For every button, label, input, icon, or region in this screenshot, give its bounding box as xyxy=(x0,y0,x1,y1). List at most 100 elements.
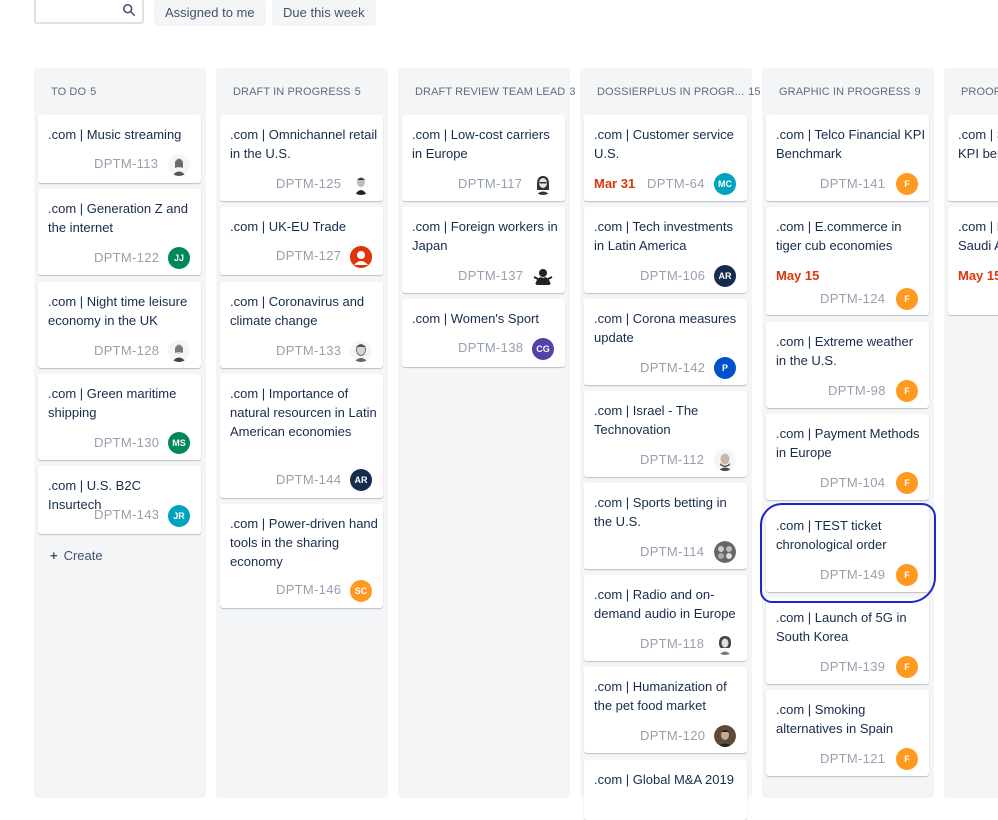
issue-key[interactable]: DPTM-149 xyxy=(820,567,885,582)
column-count: 5 xyxy=(354,86,361,98)
avatar[interactable] xyxy=(168,154,190,176)
avatar[interactable]: MS xyxy=(168,432,190,454)
issue-key[interactable]: DPTM-122 xyxy=(94,250,159,265)
issue-key[interactable]: DPTM-141 xyxy=(820,176,885,191)
issue-key[interactable]: DPTM-133 xyxy=(276,343,341,358)
issue-key[interactable]: DPTM-125 xyxy=(276,176,341,191)
issue-card[interactable]: .com | Radio and on-demand audio in Euro… xyxy=(584,575,747,661)
avatar[interactable] xyxy=(714,541,736,563)
card-title: .com | Humanization of the pet food mark… xyxy=(594,679,727,713)
avatar[interactable] xyxy=(714,725,736,747)
due-date: May 15 xyxy=(776,268,820,283)
avatar[interactable]: SC xyxy=(350,580,372,602)
avatar[interactable] xyxy=(350,340,372,362)
issue-key[interactable]: DPTM-138 xyxy=(458,340,523,355)
plus-icon: + xyxy=(50,548,58,563)
issue-key[interactable]: DPTM-112 xyxy=(640,452,704,467)
issue-card[interactable]: .com | Power-driven hand tools in the sh… xyxy=(220,504,383,608)
avatar[interactable] xyxy=(532,265,554,287)
avatar[interactable]: MC xyxy=(714,173,736,195)
issue-key[interactable]: DPTM-104 xyxy=(820,475,885,490)
issue-card[interactable]: .com | Smoking alternatives in Spain DPT… xyxy=(766,690,929,776)
issue-key[interactable]: DPTM-143 xyxy=(94,507,159,522)
issue-card[interactable]: .com | Payment Methods in Europe DPTM-10… xyxy=(766,414,929,500)
issue-card[interactable]: .com | Tech investments in Latin America… xyxy=(584,207,747,293)
avatar[interactable] xyxy=(714,633,736,655)
issue-key[interactable]: DPTM-139 xyxy=(820,659,885,674)
issue-key[interactable]: DPTM-98 xyxy=(828,383,886,398)
avatar[interactable]: JR xyxy=(168,505,190,527)
issue-card[interactable]: .com | Corona measures update DPTM-142 P xyxy=(584,299,747,385)
issue-key[interactable]: DPTM-120 xyxy=(640,728,705,743)
issue-card[interactable]: .com | UK-EU Trade DPTM-127 xyxy=(220,207,383,275)
issue-card[interactable]: .com | Global M&A 2019 xyxy=(584,760,747,820)
issue-card[interactable]: .com | Music streaming DPTM-113 xyxy=(38,115,201,183)
column-to-do: TO DO 5 .com | Music streaming DPTM-113 .… xyxy=(34,68,206,798)
issue-card[interactable]: .com | TEST ticket chronological order D… xyxy=(766,506,929,592)
column-title: DRAFT REVIEW TEAM LEAD xyxy=(415,86,566,98)
issue-card[interactable]: .com | U.S. B2C Insurtech DPTM-143 JR xyxy=(38,466,201,534)
issue-card[interactable]: .com | S KPI ben xyxy=(948,115,998,201)
create-issue-button[interactable]: + Create xyxy=(50,548,103,563)
issue-card[interactable]: .com | H Saudi A May 15 xyxy=(948,207,998,315)
issue-card[interactable]: .com | Humanization of the pet food mark… xyxy=(584,667,747,753)
column-count: 3 xyxy=(569,86,576,98)
avatar[interactable]: AR xyxy=(714,265,736,287)
issue-key[interactable]: DPTM-127 xyxy=(276,248,341,263)
issue-card[interactable]: .com | Night time leisure economy in the… xyxy=(38,282,201,368)
avatar[interactable]: JJ xyxy=(168,247,190,269)
issue-key[interactable]: DPTM-146 xyxy=(276,582,341,597)
card-title: .com | Power-driven hand tools in the sh… xyxy=(230,516,378,569)
issue-card[interactable]: .com | Coronavirus and climate change DP… xyxy=(220,282,383,368)
issue-key[interactable]: DPTM-117 xyxy=(458,176,522,191)
avatar[interactable]: F xyxy=(896,564,918,586)
issue-key[interactable]: DPTM-121 xyxy=(820,751,885,766)
issue-key[interactable]: DPTM-130 xyxy=(94,435,159,450)
issue-card[interactable]: .com | Women's Sport DPTM-138 CG xyxy=(402,299,565,367)
issue-card[interactable]: .com | Launch of 5G in South Korea DPTM-… xyxy=(766,598,929,684)
issue-card[interactable]: .com | Foreign workers in Japan DPTM-137 xyxy=(402,207,565,293)
issue-card[interactable]: .com | Extreme weather in the U.S. DPTM-… xyxy=(766,322,929,408)
issue-card[interactable]: .com | Telco Financial KPI Benchmark DPT… xyxy=(766,115,929,201)
avatar[interactable]: F xyxy=(896,472,918,494)
issue-card[interactable]: .com | Importance of natural resourcen i… xyxy=(220,374,383,498)
issue-key[interactable]: DPTM-114 xyxy=(640,544,704,559)
issue-key[interactable]: DPTM-128 xyxy=(94,343,159,358)
avatar[interactable]: F xyxy=(896,288,918,310)
issue-key[interactable]: DPTM-106 xyxy=(640,268,705,283)
issue-card[interactable]: .com | Generation Z and the internet DPT… xyxy=(38,189,201,275)
issue-key[interactable]: DPTM-144 xyxy=(276,472,341,487)
issue-key[interactable]: DPTM-113 xyxy=(94,156,158,171)
avatar[interactable]: F xyxy=(896,173,918,195)
issue-card[interactable]: .com | E.commerce in tiger cub economies… xyxy=(766,207,929,315)
avatar[interactable] xyxy=(714,449,736,471)
card-title: .com | H xyxy=(958,219,998,234)
issue-key[interactable]: DPTM-64 xyxy=(647,176,705,191)
search-input[interactable] xyxy=(34,0,144,24)
issue-card[interactable]: .com | Omnichannel retail in the U.S. DP… xyxy=(220,115,383,201)
avatar[interactable]: F xyxy=(896,380,918,402)
person-icon[interactable] xyxy=(350,246,372,268)
avatar[interactable]: F xyxy=(896,748,918,770)
issue-card[interactable]: .com | Low-cost carriers in Europe DPTM-… xyxy=(402,115,565,201)
issue-card[interactable]: .com | Israel - The Technovation DPTM-11… xyxy=(584,391,747,477)
avatar[interactable] xyxy=(532,173,554,195)
avatar[interactable]: AR xyxy=(350,469,372,491)
due-this-week-filter[interactable]: Due this week xyxy=(272,0,376,26)
avatar[interactable]: F xyxy=(896,656,918,678)
avatar[interactable] xyxy=(168,340,190,362)
assigned-to-me-filter[interactable]: Assigned to me xyxy=(154,0,266,26)
card-title: .com | TEST ticket chronological order xyxy=(776,518,887,552)
issue-card[interactable]: .com | Green maritime shipping DPTM-130 … xyxy=(38,374,201,460)
issue-card[interactable]: .com | Customer service U.S. Mar 31 DPTM… xyxy=(584,115,747,201)
column-title: DOSSIERPLUS IN PROGR... xyxy=(597,86,745,98)
avatar[interactable]: CG xyxy=(532,338,554,360)
issue-key[interactable]: DPTM-124 xyxy=(820,291,885,306)
avatar[interactable]: P xyxy=(714,357,736,379)
issue-key[interactable]: DPTM-137 xyxy=(458,268,523,283)
avatar[interactable] xyxy=(350,173,372,195)
issue-card[interactable]: .com | Sports betting in the U.S. DPTM-1… xyxy=(584,483,747,569)
issue-key[interactable]: DPTM-142 xyxy=(640,360,705,375)
issue-key[interactable]: DPTM-118 xyxy=(640,636,704,651)
create-label: Create xyxy=(63,548,103,563)
